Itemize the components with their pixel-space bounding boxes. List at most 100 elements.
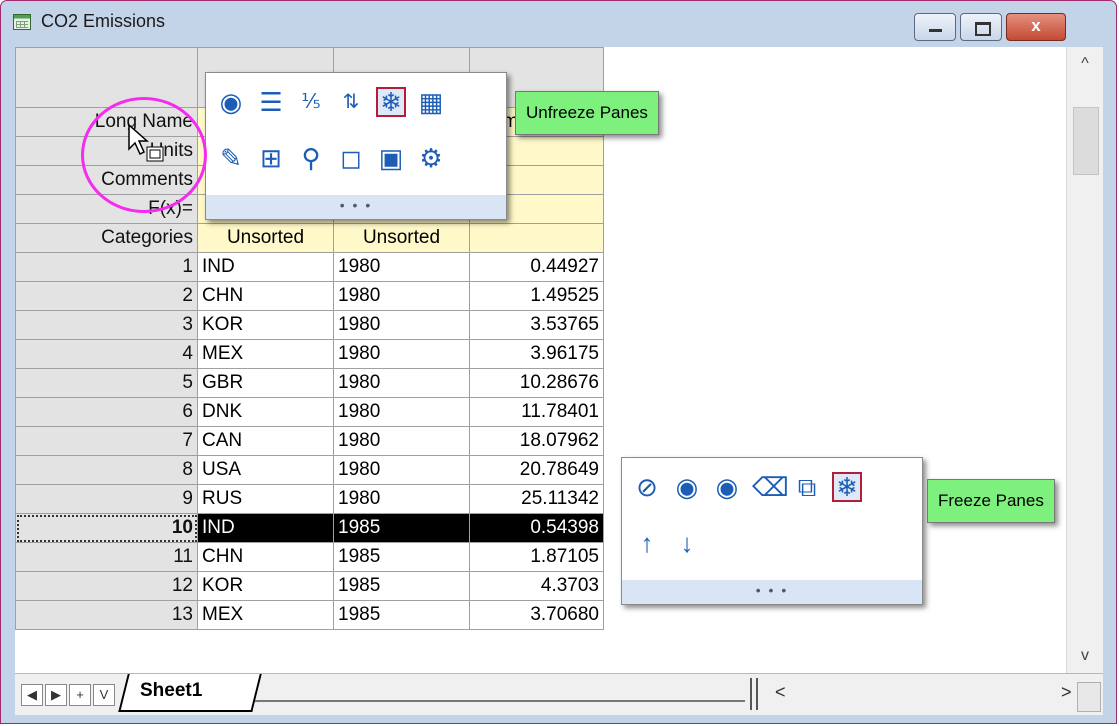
toolbar-more-button[interactable]: • • • bbox=[206, 195, 506, 219]
year-cell[interactable]: 1980 bbox=[333, 281, 470, 311]
sheet-list-button[interactable]: V bbox=[93, 684, 115, 706]
row-number[interactable]: 6 bbox=[15, 397, 198, 427]
mask-icon[interactable]: ◉ bbox=[712, 472, 742, 502]
row-number[interactable]: 8 bbox=[15, 455, 198, 485]
freeze-icon[interactable]: ❄ bbox=[376, 87, 406, 117]
emission-value-cell[interactable]: 3.53765 bbox=[469, 310, 604, 340]
row-number[interactable]: 3 bbox=[15, 310, 198, 340]
year-cell[interactable]: 1980 bbox=[333, 455, 470, 485]
header-row-label[interactable]: Categories bbox=[15, 223, 198, 253]
first-sheet-button[interactable]: ◀ bbox=[21, 684, 43, 706]
row-number[interactable]: 2 bbox=[15, 281, 198, 311]
country-cell[interactable]: IND bbox=[197, 252, 334, 282]
resize-grip[interactable] bbox=[1077, 682, 1101, 712]
scroll-down-icon[interactable]: v bbox=[1067, 641, 1103, 671]
header-row-label[interactable]: Comments bbox=[15, 165, 198, 195]
country-cell[interactable]: IND bbox=[197, 513, 334, 543]
year-cell[interactable]: 1980 bbox=[333, 484, 470, 514]
minimize-button[interactable] bbox=[914, 13, 956, 41]
emission-value-cell[interactable]: 0.54398 bbox=[469, 513, 604, 543]
country-cell[interactable]: DNK bbox=[197, 397, 334, 427]
close-button[interactable]: x bbox=[1006, 13, 1066, 41]
year-cell[interactable]: 1985 bbox=[333, 513, 470, 543]
row-number[interactable]: 10 bbox=[15, 513, 198, 543]
year-cell[interactable]: 1980 bbox=[333, 426, 470, 456]
emission-value-cell[interactable]: 3.96175 bbox=[469, 339, 604, 369]
header-row-label[interactable]: Units bbox=[15, 136, 198, 166]
country-cell[interactable]: RUS bbox=[197, 484, 334, 514]
emission-value-cell[interactable]: 25.11342 bbox=[469, 484, 604, 514]
emission-value-cell[interactable]: 10.28676 bbox=[469, 368, 604, 398]
show-icon[interactable]: ◉ bbox=[216, 87, 246, 117]
vertical-scroll-thumb[interactable] bbox=[1073, 107, 1099, 175]
toolbar-more-button[interactable]: • • • bbox=[622, 580, 922, 604]
row-number[interactable]: 5 bbox=[15, 368, 198, 398]
country-cell[interactable]: MEX bbox=[197, 600, 334, 630]
hide-icon[interactable]: ⊘ bbox=[632, 472, 662, 502]
next-sheet-button[interactable]: ▶ bbox=[45, 684, 67, 706]
scroll-right-icon[interactable]: > bbox=[1061, 682, 1072, 703]
scroll-left-icon[interactable]: < bbox=[775, 682, 786, 703]
year-cell[interactable]: 1980 bbox=[333, 310, 470, 340]
copy-icon[interactable]: ⧉ bbox=[792, 472, 822, 502]
country-cell[interactable]: GBR bbox=[197, 368, 334, 398]
header-cell[interactable] bbox=[469, 223, 604, 253]
horizontal-split-handle[interactable] bbox=[750, 678, 758, 710]
settings-icon[interactable]: ⚙ bbox=[416, 143, 446, 173]
header-cell[interactable]: Unsorted bbox=[333, 223, 470, 253]
emission-value-cell[interactable]: 4.3703 bbox=[469, 571, 604, 601]
year-cell[interactable]: 1985 bbox=[333, 542, 470, 572]
sheet-tab-label[interactable]: Sheet1 bbox=[140, 680, 202, 702]
country-cell[interactable]: CAN bbox=[197, 426, 334, 456]
country-cell[interactable]: KOR bbox=[197, 310, 334, 340]
freeze-icon[interactable]: ❄ bbox=[832, 472, 862, 502]
row-number[interactable]: 9 bbox=[15, 484, 198, 514]
scroll-up-icon[interactable]: ^ bbox=[1067, 49, 1103, 79]
country-cell[interactable]: MEX bbox=[197, 339, 334, 369]
row-number[interactable]: 11 bbox=[15, 542, 198, 572]
year-cell[interactable]: 1980 bbox=[333, 397, 470, 427]
header-cell[interactable]: Unsorted bbox=[197, 223, 334, 253]
country-cell[interactable]: USA bbox=[197, 455, 334, 485]
emission-value-cell[interactable]: 1.49525 bbox=[469, 281, 604, 311]
sort-descending-icon[interactable]: ↓ bbox=[672, 528, 702, 558]
add-sheet-button[interactable]: + bbox=[69, 684, 91, 706]
year-cell[interactable]: 1980 bbox=[333, 252, 470, 282]
emission-value-cell[interactable]: 0.44927 bbox=[469, 252, 604, 282]
comment-icon[interactable]: ◻ bbox=[336, 143, 366, 173]
year-cell[interactable]: 1980 bbox=[333, 339, 470, 369]
emission-value-cell[interactable]: 11.78401 bbox=[469, 397, 604, 427]
lock-icon[interactable]: ▣ bbox=[376, 143, 406, 173]
maximize-button[interactable] bbox=[960, 13, 1002, 41]
year-cell[interactable]: 1980 bbox=[333, 368, 470, 398]
title-bar[interactable]: CO2 Emissions x bbox=[1, 1, 1116, 43]
grid-icon[interactable]: ▦ bbox=[416, 87, 446, 117]
emission-value-cell[interactable]: 20.78649 bbox=[469, 455, 604, 485]
row-number[interactable]: 7 bbox=[15, 426, 198, 456]
country-cell[interactable]: CHN bbox=[197, 542, 334, 572]
header-row-label[interactable]: Long Name bbox=[15, 107, 198, 137]
country-cell[interactable]: CHN bbox=[197, 281, 334, 311]
header-row-label[interactable]: F(x)= bbox=[15, 194, 198, 224]
formula-icon[interactable]: ⅕ bbox=[296, 87, 326, 117]
emission-value-cell[interactable]: 18.07962 bbox=[469, 426, 604, 456]
row-number[interactable]: 12 bbox=[15, 571, 198, 601]
country-cell[interactable]: KOR bbox=[197, 571, 334, 601]
insert-icon[interactable]: ⊞ bbox=[256, 143, 286, 173]
sort-ascending-icon[interactable]: ↑ bbox=[632, 528, 662, 558]
row-number[interactable]: 4 bbox=[15, 339, 198, 369]
sort-icon[interactable]: ⇅ bbox=[336, 87, 366, 117]
show-icon[interactable]: ◉ bbox=[672, 472, 702, 502]
year-cell[interactable]: 1985 bbox=[333, 571, 470, 601]
delete-icon[interactable]: ⌫ bbox=[752, 472, 789, 502]
list-icon[interactable]: ☰ bbox=[256, 87, 286, 117]
search-icon[interactable]: ⚲ bbox=[296, 143, 326, 173]
row-number[interactable]: 13 bbox=[15, 600, 198, 630]
corner-cell[interactable] bbox=[15, 47, 198, 108]
vertical-scrollbar[interactable]: ^ v bbox=[1066, 47, 1103, 673]
emission-value-cell[interactable]: 1.87105 bbox=[469, 542, 604, 572]
row-number[interactable]: 1 bbox=[15, 252, 198, 282]
year-cell[interactable]: 1985 bbox=[333, 600, 470, 630]
emission-value-cell[interactable]: 3.70680 bbox=[469, 600, 604, 630]
highlight-icon[interactable]: ✎ bbox=[216, 143, 246, 173]
